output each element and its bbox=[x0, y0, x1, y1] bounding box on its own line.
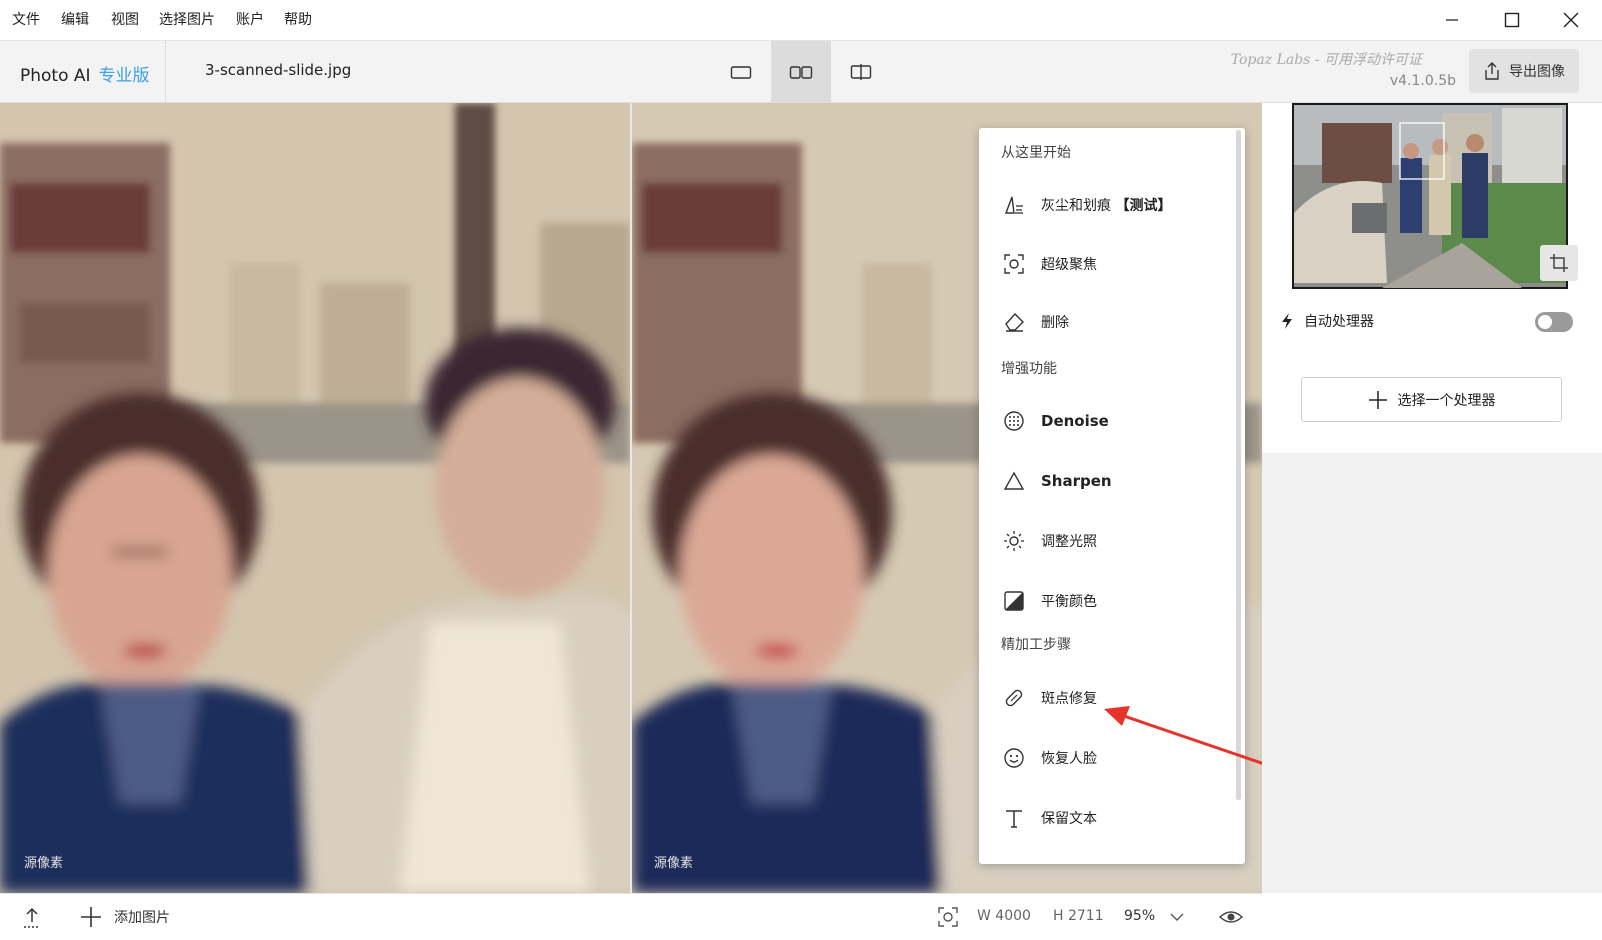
file-name: 3-scanned-slide.jpg bbox=[205, 61, 352, 79]
menu-item-label: 保留文本 bbox=[1041, 811, 1097, 827]
top-toolbar: Photo AI 专业版 3-scanned-slide.jpg Topaz La… bbox=[0, 41, 1602, 103]
side-by-side-icon bbox=[789, 65, 813, 79]
export-label: 导出图像 bbox=[1509, 64, 1565, 80]
lightning-icon bbox=[1282, 313, 1292, 329]
single-view-button[interactable] bbox=[711, 41, 771, 102]
menu-item-label: Sharpen bbox=[1041, 472, 1112, 490]
navigator-thumbnail[interactable] bbox=[1292, 103, 1568, 289]
menu-item-label: 斑点修复 bbox=[1041, 691, 1097, 707]
select-processor-label: 选择一个处理器 bbox=[1397, 392, 1496, 409]
crop-button[interactable] bbox=[1540, 245, 1578, 281]
app-name: Photo AI bbox=[20, 66, 91, 86]
menu-account[interactable]: 账户 bbox=[236, 9, 264, 29]
section-title-start: 从这里开始 bbox=[1001, 145, 1071, 161]
split-view-button[interactable] bbox=[831, 41, 891, 102]
image-width: W 4000 bbox=[977, 908, 1031, 924]
auto-processor-row: 自动处理器 bbox=[1280, 311, 1374, 331]
menu-item-label: 删除 bbox=[1041, 315, 1069, 331]
add-image-button[interactable]: 添加图片 bbox=[80, 894, 170, 940]
menu-item-label: 超级聚焦 bbox=[1041, 257, 1097, 273]
eye-icon[interactable] bbox=[1218, 906, 1244, 928]
fit-screen-icon[interactable] bbox=[937, 906, 959, 928]
menu-file[interactable]: 文件 bbox=[12, 9, 40, 29]
upload-icon[interactable] bbox=[22, 907, 42, 929]
menu-item-label: Denoise bbox=[1041, 412, 1109, 430]
menu-item-dust-scratch[interactable]: 灰尘和划痕 【测试】 bbox=[979, 178, 1245, 232]
close-icon[interactable] bbox=[1556, 6, 1586, 34]
menu-item-sharpen[interactable]: Sharpen bbox=[979, 454, 1245, 508]
menu-item-balance-color[interactable]: 平衡颜色 bbox=[979, 574, 1245, 628]
select-processor-button[interactable]: 选择一个处理器 bbox=[1301, 377, 1562, 422]
maximize-icon[interactable] bbox=[1497, 6, 1527, 34]
license-text: Topaz Labs - 可用浮动许可证 bbox=[1230, 52, 1422, 68]
menu-item-denoise[interactable]: Denoise bbox=[979, 394, 1245, 448]
section-title-finishing: 精加工步骤 bbox=[1001, 637, 1071, 653]
menu-bar: 文件 编辑 视图 选择图片 账户 帮助 bbox=[0, 0, 1602, 41]
menu-item-label: 恢复人脸 bbox=[1041, 751, 1097, 767]
original-photo bbox=[0, 103, 630, 893]
menu-view[interactable]: 视图 bbox=[111, 9, 139, 29]
menu-help[interactable]: 帮助 bbox=[284, 9, 312, 29]
face-icon bbox=[999, 743, 1029, 773]
crop-icon bbox=[1550, 254, 1568, 272]
side-by-side-view-button[interactable] bbox=[771, 41, 831, 102]
menu-item-super-focus[interactable]: 超级聚焦 bbox=[979, 237, 1245, 291]
color-balance-icon bbox=[999, 586, 1029, 616]
menu-select-image[interactable]: 选择图片 bbox=[159, 9, 215, 29]
plus-icon bbox=[81, 907, 101, 927]
edition-badge: 专业版 bbox=[98, 66, 150, 86]
export-button[interactable]: 导出图像 bbox=[1469, 49, 1579, 93]
menu-item-label: 平衡颜色 bbox=[1041, 594, 1097, 610]
toolbar-divider bbox=[165, 41, 166, 102]
zoom-level[interactable]: 95% bbox=[1124, 908, 1155, 924]
source-pixels-label: 源像素 bbox=[24, 856, 64, 871]
sharpen-icon bbox=[999, 466, 1029, 496]
version-text: v4.1.0.5b bbox=[1389, 73, 1456, 89]
image-height: H 2711 bbox=[1053, 908, 1104, 924]
eraser-icon bbox=[999, 307, 1029, 337]
light-icon bbox=[999, 526, 1029, 556]
auto-processor-toggle[interactable] bbox=[1535, 312, 1573, 332]
menu-item-adjust-lighting[interactable]: 调整光照 bbox=[979, 514, 1245, 568]
focus-icon bbox=[999, 249, 1029, 279]
bottom-bar: 添加图片 W 4000 H 2711 95% bbox=[0, 893, 1262, 940]
section-title-enhance: 增强功能 bbox=[1001, 361, 1057, 377]
app-brand: Photo AI 专业版 bbox=[20, 61, 150, 86]
minimize-icon[interactable] bbox=[1437, 6, 1467, 34]
denoise-icon bbox=[999, 406, 1029, 436]
menu-edit[interactable]: 编辑 bbox=[61, 9, 89, 29]
plus-icon bbox=[1368, 390, 1387, 409]
menu-item-remove[interactable]: 删除 bbox=[979, 295, 1245, 349]
original-image-pane[interactable]: 源像素 bbox=[0, 103, 630, 893]
source-pixels-label-right: 源像素 bbox=[654, 856, 694, 871]
auto-processor-label: 自动处理器 bbox=[1304, 314, 1374, 330]
menu-item-preserve-text[interactable]: 保留文本 bbox=[979, 791, 1245, 845]
dust-scratch-icon bbox=[999, 190, 1029, 220]
split-view-icon bbox=[850, 63, 872, 80]
text-icon bbox=[999, 803, 1029, 833]
single-view-icon bbox=[730, 65, 752, 79]
add-image-label: 添加图片 bbox=[114, 910, 170, 926]
share-icon bbox=[1485, 62, 1499, 80]
chevron-down-icon[interactable] bbox=[1170, 912, 1184, 922]
menu-item-label: 调整光照 bbox=[1041, 534, 1097, 550]
menu-item-label: 灰尘和划痕 【测试】 bbox=[1041, 198, 1172, 214]
bandage-icon bbox=[999, 683, 1029, 713]
toggle-knob bbox=[1538, 315, 1552, 329]
